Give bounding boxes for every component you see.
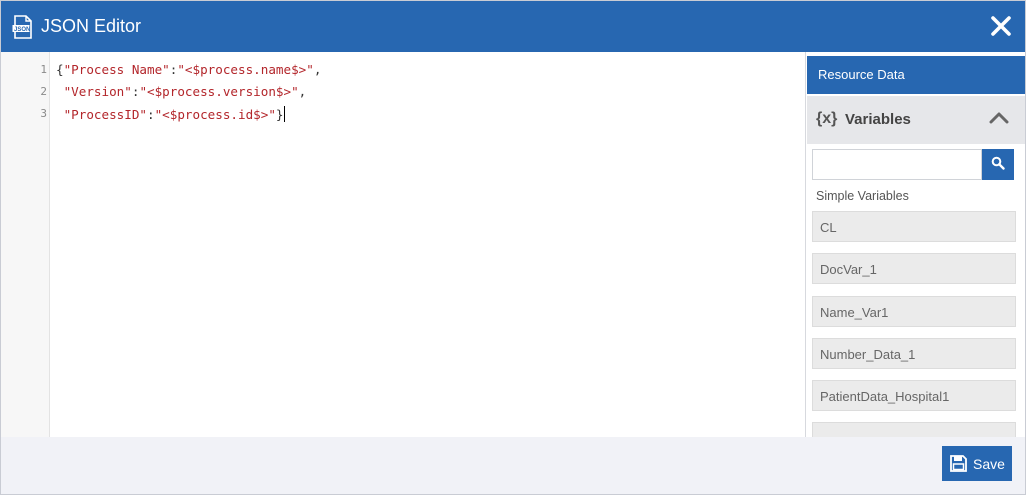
dialog-header: JSON JSON Editor <box>1 1 1025 52</box>
floppy-disk-icon <box>950 455 967 472</box>
dialog-title: JSON Editor <box>41 16 142 36</box>
variable-item[interactable]: DocVar_1 <box>812 253 1016 284</box>
variable-item[interactable]: Name_Var1 <box>812 296 1016 327</box>
code-line[interactable]: {"Process Name":"<$process.name$>", <box>56 62 321 77</box>
variable-item[interactable]: PatientData_Hospital1 <box>812 380 1016 411</box>
svg-text:JSON: JSON <box>14 27 30 33</box>
variable-item[interactable]: CL <box>812 211 1016 242</box>
variables-section-header[interactable]: {x} Variables <box>807 96 1025 144</box>
search-icon <box>991 156 1005 170</box>
code-line[interactable]: "ProcessID":"<$process.id$>"} <box>56 106 285 122</box>
close-icon[interactable] <box>989 14 1013 38</box>
save-label: Save <box>973 456 1005 472</box>
code-text: "ProcessID":"<$process.id$>"} <box>63 107 284 122</box>
json-file-icon: JSON <box>12 15 32 39</box>
variable-item-partial[interactable] <box>812 422 1016 437</box>
json-editor-dialog: JSON JSON Editor 1 2 3 {"Process Name":"… <box>0 0 1026 495</box>
code-text: "Version":"<$process.version$>", <box>63 84 307 99</box>
search-button[interactable] <box>982 149 1014 180</box>
text-cursor <box>283 106 285 122</box>
resource-data-panel: Resource Data {x} Variables Simple Varia… <box>805 52 1025 437</box>
chevron-up-icon[interactable] <box>989 110 1009 124</box>
save-button[interactable]: Save <box>942 446 1012 481</box>
search-input[interactable] <box>812 149 982 180</box>
code-text: {"Process Name":"<$process.name$>", <box>56 62 322 77</box>
code-line[interactable]: "Version":"<$process.version$>", <box>56 84 307 99</box>
resource-data-header: Resource Data <box>807 56 1025 94</box>
line-number: 2 <box>40 85 47 98</box>
line-number-gutter: 1 2 3 <box>1 52 50 437</box>
variables-icon: {x} <box>816 110 838 127</box>
line-number: 3 <box>40 107 47 120</box>
variable-item[interactable]: Number_Data_1 <box>812 338 1016 369</box>
variable-search <box>812 149 1014 180</box>
variables-label: Variables <box>845 111 911 128</box>
line-number: 1 <box>40 63 47 76</box>
code-editor[interactable]: 1 2 3 {"Process Name":"<$process.name$>"… <box>1 52 805 437</box>
simple-variables-label: Simple Variables <box>816 189 909 203</box>
